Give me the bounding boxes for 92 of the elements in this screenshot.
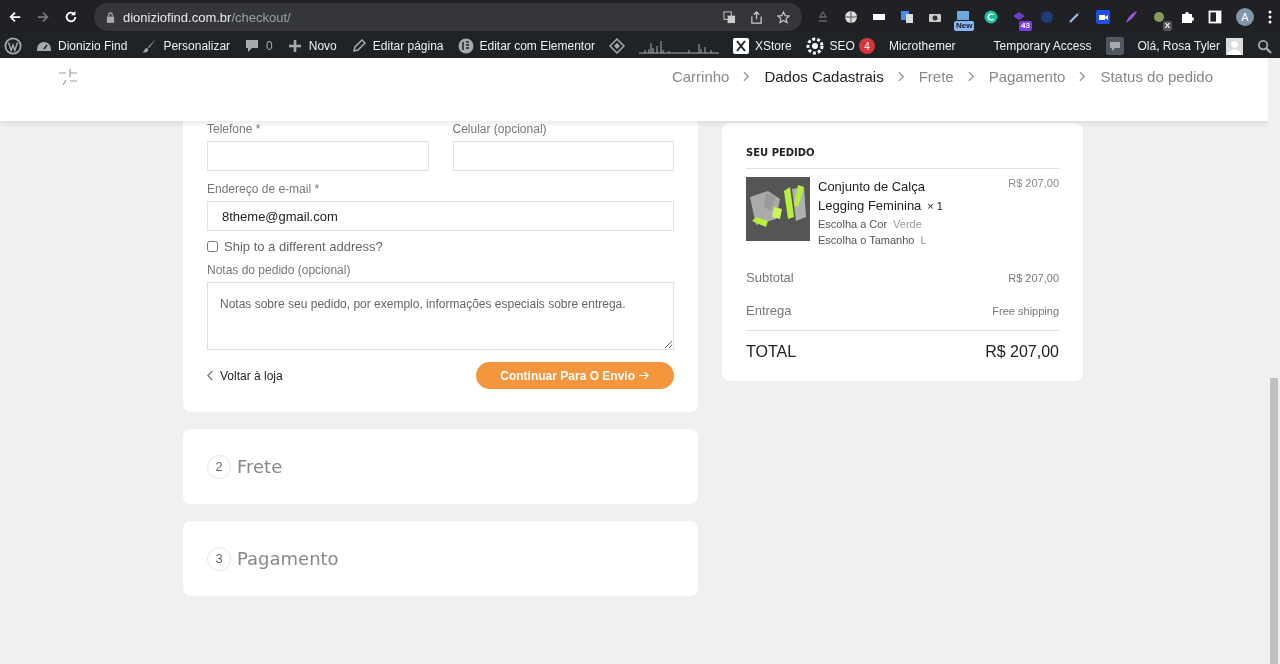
total-value: R$ 207,00 bbox=[985, 343, 1059, 361]
lock-icon bbox=[106, 11, 115, 23]
extension-badge: New bbox=[954, 21, 975, 31]
diamond-icon[interactable] bbox=[608, 38, 625, 54]
admin-bar-item[interactable]: Personalizar bbox=[141, 38, 231, 54]
input-field[interactable] bbox=[452, 141, 674, 171]
admin-bar-item[interactable]: Editar página bbox=[350, 38, 444, 54]
product-price: R$ 207,00 bbox=[1008, 177, 1059, 189]
chevron-icon bbox=[1079, 71, 1087, 82]
chevron-icon bbox=[743, 71, 751, 82]
checkbox[interactable] bbox=[207, 241, 218, 252]
section-title: Frete bbox=[237, 456, 283, 477]
avatar-icon bbox=[1226, 37, 1243, 55]
field-label: Notas do pedido (opcional) bbox=[207, 264, 352, 277]
checkout-section[interactable]: 2 Frete bbox=[183, 429, 698, 504]
wordpress-icon[interactable] bbox=[4, 37, 22, 55]
menu-icon[interactable] bbox=[1268, 10, 1272, 24]
admin-bar-label: Novo bbox=[308, 39, 337, 53]
chevron-icon bbox=[897, 71, 905, 82]
attribute-label: Escolha o Tamanho bbox=[818, 233, 915, 248]
admin-bar-link[interactable]: Microthemer bbox=[888, 39, 956, 53]
admin-bar-link[interactable]: Temporary Access bbox=[993, 39, 1092, 53]
feather-icon[interactable] bbox=[1124, 10, 1138, 24]
traffic-graph[interactable] bbox=[638, 38, 719, 54]
pencil-icon bbox=[350, 38, 367, 54]
gear-icon bbox=[805, 37, 824, 55]
scrollbar[interactable] bbox=[1268, 58, 1280, 664]
field-label: Telefone * bbox=[207, 123, 262, 136]
address-bar[interactable]: dioniziofind.com.br/checkout/ bbox=[94, 3, 802, 31]
input-field[interactable] bbox=[207, 141, 429, 171]
email-field[interactable]: 8theme@gmail.com bbox=[207, 201, 674, 231]
admin-bar-item[interactable]: Novo bbox=[286, 38, 337, 54]
admin-bar-item[interactable]: SEO 4 bbox=[805, 37, 875, 55]
checkout-step[interactable]: Frete bbox=[918, 68, 954, 85]
side-panel-icon[interactable] bbox=[1208, 10, 1222, 24]
comment-icon[interactable] bbox=[1105, 37, 1124, 55]
admin-bar-item[interactable]: 0 bbox=[244, 38, 273, 54]
product-name: Conjunto de Calça Legging Feminina × 1 bbox=[818, 178, 944, 215]
translate-icon[interactable] bbox=[723, 10, 736, 24]
attribute-value: L bbox=[920, 233, 927, 248]
admin-bar-label: Editar com Elementor bbox=[479, 39, 595, 53]
eyedropper-icon[interactable] bbox=[1068, 10, 1082, 24]
back-icon[interactable] bbox=[8, 10, 22, 24]
reload-icon[interactable] bbox=[64, 10, 78, 24]
chevron-left-icon bbox=[207, 370, 214, 381]
translate-extension-icon[interactable] bbox=[900, 10, 914, 24]
field-label: Endereço de e-mail * bbox=[207, 183, 321, 196]
order-title: SEU PEDIDO bbox=[746, 147, 816, 158]
admin-bar-label: Personalizar bbox=[163, 39, 231, 53]
extension-badge: 43 bbox=[1019, 21, 1032, 31]
total-label: TOTAL bbox=[746, 343, 797, 361]
share-icon[interactable] bbox=[750, 10, 763, 24]
admin-bar-label: Editar página bbox=[372, 39, 444, 53]
extension-badge: X bbox=[1162, 21, 1172, 31]
admin-bar-label: SEO bbox=[829, 39, 855, 53]
shipping-value: Free shipping bbox=[992, 304, 1059, 317]
checkout-step[interactable]: Dados Cadastrais bbox=[764, 68, 884, 85]
subtotal-label: Subtotal bbox=[746, 270, 794, 285]
arrow-right-icon bbox=[639, 371, 650, 380]
admin-bar-item[interactable]: XStore bbox=[732, 38, 792, 54]
admin-bar-label: Dionizio Find bbox=[58, 39, 128, 53]
checkout-step[interactable]: Carrinho bbox=[671, 68, 730, 85]
comment-icon bbox=[244, 38, 261, 54]
checkbox-label: Ship to a different address? bbox=[224, 239, 383, 254]
video-camera-icon[interactable] bbox=[1096, 10, 1110, 24]
chevron-icon bbox=[967, 71, 975, 82]
notes-field[interactable]: Notas sobre seu pedido, por exemplo, informações especiais sobre entrega. bbox=[207, 282, 674, 350]
admin-bar-label: XStore bbox=[754, 39, 792, 53]
checkout-step[interactable]: Pagamento bbox=[988, 68, 1066, 85]
admin-bar-item[interactable]: Dionizio Find bbox=[36, 38, 128, 54]
elementor-icon bbox=[457, 38, 474, 54]
admin-bar-item[interactable]: Editar com Elementor bbox=[457, 38, 595, 54]
admin-bar-link[interactable]: Olá, Rosa Tyler bbox=[1137, 37, 1243, 55]
attribute-label: Escolha a Cor bbox=[818, 217, 888, 232]
x-logo-icon bbox=[732, 38, 749, 54]
search-icon[interactable] bbox=[1257, 38, 1272, 54]
grammarly-icon[interactable] bbox=[984, 10, 998, 24]
admin-bar-label: 0 bbox=[266, 39, 273, 53]
subtotal-value: R$ 207,00 bbox=[1008, 271, 1059, 284]
field-label: Celular (opcional) bbox=[452, 123, 548, 136]
checkout-step[interactable]: Status do pedido bbox=[1100, 68, 1213, 85]
checkout-section[interactable]: 3 Pagamento bbox=[183, 521, 698, 596]
count-badge: 4 bbox=[858, 38, 875, 54]
admin-bar-label: Olá, Rosa Tyler bbox=[1137, 39, 1220, 53]
plus-icon bbox=[286, 38, 303, 54]
star-icon[interactable] bbox=[777, 10, 790, 24]
globe-icon[interactable] bbox=[844, 10, 858, 24]
back-link[interactable]: Voltar à loja bbox=[207, 368, 283, 383]
puzzle-icon[interactable] bbox=[1180, 10, 1194, 24]
section-title: Pagamento bbox=[237, 548, 339, 569]
attribute-value: Verde bbox=[893, 217, 922, 232]
shipping-label: Entrega bbox=[746, 303, 792, 318]
